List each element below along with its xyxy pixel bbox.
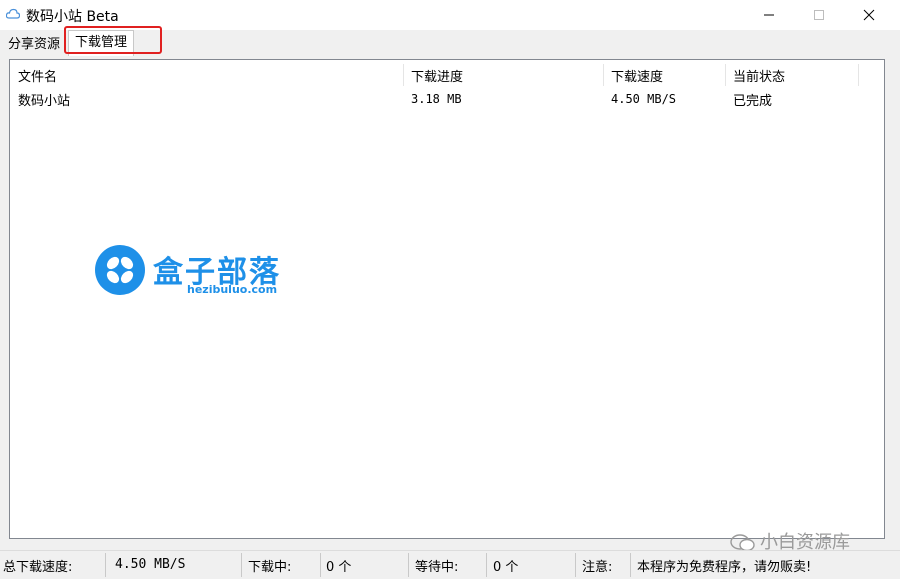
total-speed-label: 总下载速度:: [3, 560, 73, 575]
close-icon: [863, 9, 875, 21]
note-text: 本程序为免费程序，请勿贩卖!: [637, 560, 812, 575]
column-divider[interactable]: [403, 64, 404, 86]
status-divider: [408, 553, 409, 577]
watermark-logo: 盒子部落 hezibuluo.com: [95, 245, 305, 301]
row-status: 已完成: [733, 94, 773, 109]
column-header-speed[interactable]: 下载速度: [611, 66, 663, 85]
close-button[interactable]: [846, 0, 892, 30]
downloading-label: 下载中:: [248, 560, 292, 575]
status-divider: [486, 553, 487, 577]
waiting-label: 等待中:: [415, 560, 459, 575]
minimize-icon: [764, 14, 774, 16]
tab-share-resources[interactable]: 分享资源: [2, 34, 66, 56]
column-header-filename[interactable]: 文件名: [18, 66, 57, 85]
row-progress: 3.18 MB: [411, 92, 462, 106]
column-divider[interactable]: [603, 64, 604, 86]
row-filename: 数码小站: [18, 94, 71, 109]
status-bar: 总下载速度: 4.50 MB/S 下载中: 0 个 等待中: 0 个 注意: 本…: [0, 550, 900, 579]
column-header-status[interactable]: 当前状态: [733, 66, 785, 85]
highlight-annotation: [64, 26, 162, 54]
column-header-progress[interactable]: 下载进度: [411, 66, 463, 85]
note-label: 注意:: [582, 560, 613, 575]
column-divider[interactable]: [725, 64, 726, 86]
status-divider: [105, 553, 106, 577]
column-divider[interactable]: [858, 64, 859, 86]
row-speed: 4.50 MB/S: [611, 92, 677, 106]
total-speed-value: 4.50 MB/S: [115, 557, 186, 572]
maximize-button[interactable]: [796, 0, 842, 30]
minimize-button[interactable]: [746, 0, 792, 30]
logo-circle-icon: [95, 245, 145, 295]
waiting-count: 0 个: [493, 560, 519, 575]
logo-url: hezibuluo.com: [187, 283, 278, 296]
app-cloud-icon: [6, 8, 20, 19]
status-divider: [241, 553, 242, 577]
maximize-icon: [814, 10, 824, 20]
status-divider: [575, 553, 576, 577]
status-divider: [320, 553, 321, 577]
window-title: 数码小站 Beta: [26, 9, 119, 25]
status-divider: [630, 553, 631, 577]
downloading-count: 0 个: [326, 560, 352, 575]
main-panel: 文件名 下载进度 下载速度 当前状态 数码小站 3.18 MB 4.50 MB/…: [0, 56, 900, 550]
